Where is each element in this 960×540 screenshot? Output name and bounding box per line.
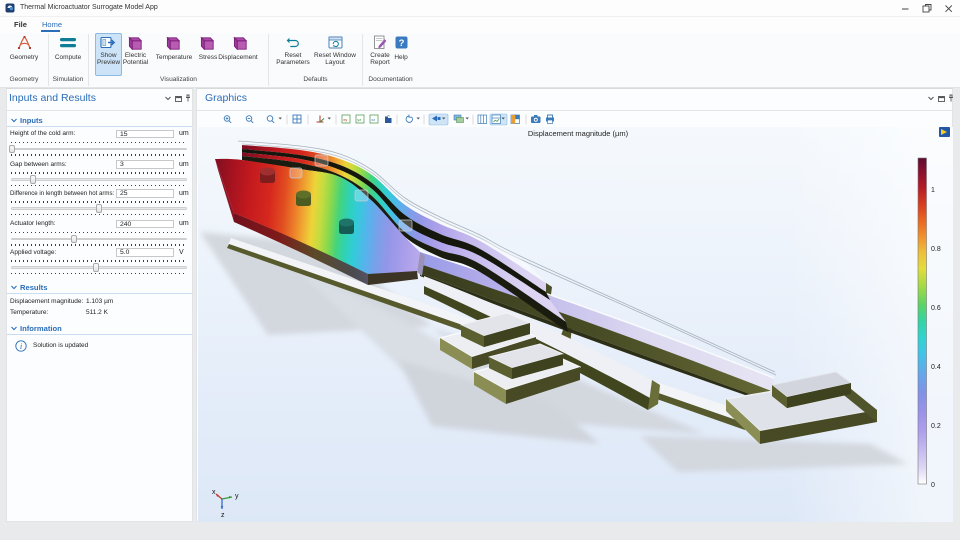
svg-text:?: ? [399, 38, 405, 49]
svg-text:xz: xz [371, 117, 375, 122]
svg-text:yz: yz [357, 117, 361, 122]
svg-text:xy: xy [343, 117, 347, 122]
